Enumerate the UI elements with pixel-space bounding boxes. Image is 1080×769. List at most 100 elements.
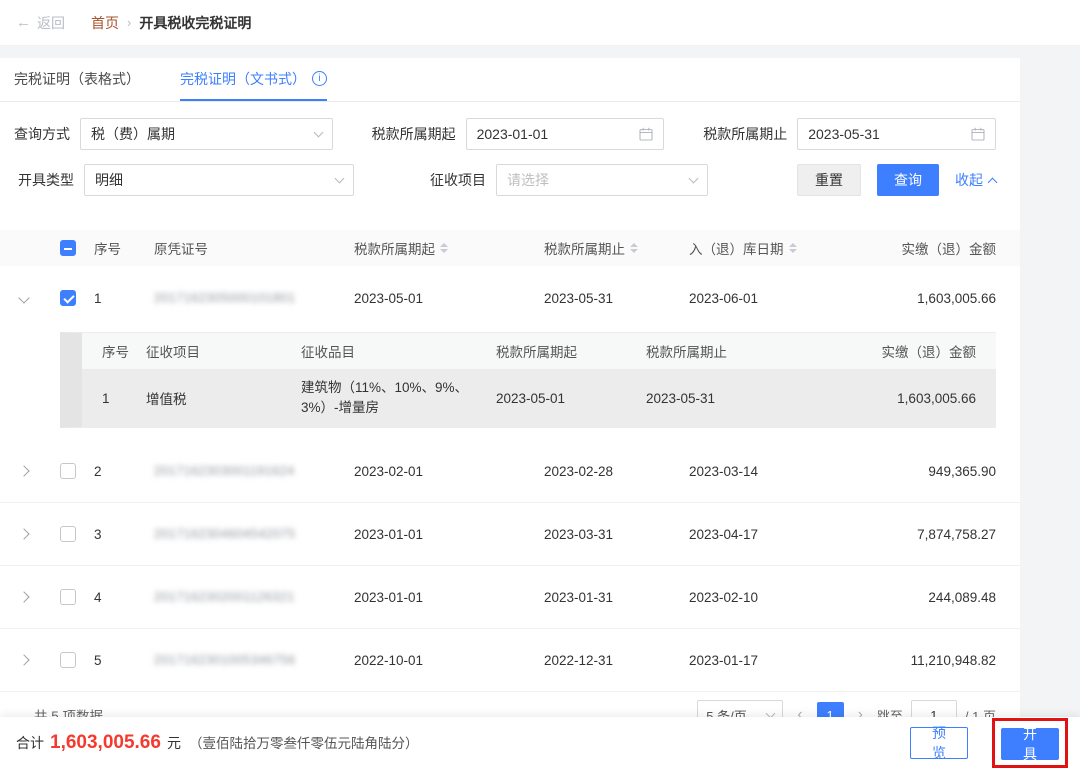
action-bar: 合计 1,603,005.66 元 （壹佰陆拾万零叁仟零伍元陆角陆分） 预览 开…: [0, 717, 1080, 769]
chevron-down-icon: [335, 174, 345, 184]
pagination: 5 条/页 ‹ 1 › 跳至 / 1 页: [697, 700, 996, 717]
cell-index: 1: [94, 291, 154, 306]
subtable-header-row: 序号 征收项目 征收品目 税款所属期起 税款所属期止 实缴（退）金额: [82, 333, 996, 369]
subtable-row: 1 增值税 建筑物（11%、10%、9%、3%）-增量房 2023-05-01 …: [82, 369, 996, 427]
col-label: 税款所属期止: [544, 238, 625, 258]
cell-storage-date: 2023-03-14: [689, 464, 889, 479]
levy-item-label: 征收项目: [390, 170, 486, 190]
table-row: 3 2017162304604542075 2023-01-01 2023-03…: [0, 503, 1020, 566]
subcell-period-start: 2023-05-01: [496, 391, 646, 406]
period-start-label: 税款所属期起: [366, 124, 455, 144]
period-start-date-input[interactable]: 2023-01-01: [466, 118, 665, 150]
chevron-down-icon: [766, 709, 776, 717]
sort-icon[interactable]: [789, 243, 797, 253]
subcol-period-start: 税款所属期起: [496, 341, 646, 361]
row-checkbox[interactable]: [60, 589, 76, 605]
expand-row-icon[interactable]: [18, 465, 29, 476]
preview-button[interactable]: 预览: [910, 727, 968, 759]
levy-item-select[interactable]: 请选择: [496, 164, 708, 196]
tab-certificate-document-format[interactable]: 完税证明（文书式）: [180, 58, 327, 101]
table-row: 1 2017162305000101801 2023-05-01 2023-05…: [0, 266, 1020, 330]
page-number-current[interactable]: 1: [817, 702, 844, 718]
total-label: 合计: [16, 733, 44, 753]
issue-type-select[interactable]: 明细: [84, 164, 354, 196]
jump-label: 跳至: [877, 706, 903, 718]
chevron-down-icon: [313, 128, 323, 138]
reset-button[interactable]: 重置: [797, 164, 861, 196]
cell-storage-date: 2023-04-17: [689, 527, 889, 542]
row-checkbox[interactable]: [60, 652, 76, 668]
page-title: 开具税收完税证明: [139, 13, 251, 33]
breadcrumb: 首页 › 开具税收完税证明: [91, 13, 251, 33]
subcell-index: 1: [86, 391, 146, 406]
cell-period-end: 2023-05-31: [544, 291, 689, 306]
cell-storage-date: 2023-06-01: [689, 291, 889, 306]
subcell-item: 增值税: [146, 388, 301, 408]
expand-row-icon[interactable]: [18, 654, 29, 665]
row-checkbox[interactable]: [60, 290, 76, 306]
sort-icon[interactable]: [440, 243, 448, 253]
cell-amount: 11,210,948.82: [889, 653, 996, 668]
cell-voucher-masked: 2017162302001126321: [154, 590, 354, 604]
select-all-checkbox[interactable]: [60, 240, 76, 256]
query-mode-select[interactable]: 税（费）属期: [80, 118, 333, 150]
page-size-select[interactable]: 5 条/页: [697, 700, 783, 717]
highlight-annotation: 开具: [992, 718, 1068, 768]
cell-period-start: 2022-10-01: [354, 653, 544, 668]
cell-index: 3: [94, 527, 154, 542]
prev-page-button[interactable]: ‹: [797, 707, 802, 717]
table-row: 5 2017162301005346756 2022-10-01 2022-12…: [0, 629, 1020, 692]
total-unit: 元: [167, 733, 181, 753]
filter-panel: 查询方式 税（费）属期 税款所属期起 2023-01-01 税款所属期止 202…: [0, 102, 1020, 220]
table-row: 4 2017162302001126321 2023-01-01 2023-01…: [0, 566, 1020, 629]
subcol-subitem: 征收品目: [301, 341, 496, 361]
jump-page-input[interactable]: [911, 700, 957, 717]
cell-period-start: 2023-01-01: [354, 590, 544, 605]
period-end-label: 税款所属期止: [698, 124, 787, 144]
col-amount: 实缴（退）金额: [889, 238, 996, 258]
filter-buttons: 重置 查询 收起: [797, 164, 996, 196]
collapse-label: 收起: [955, 170, 983, 190]
subcol-index: 序号: [86, 341, 146, 361]
calendar-icon: [639, 127, 653, 141]
cell-voucher-masked: 2017162304604542075: [154, 527, 354, 541]
tab-bar: 完税证明（表格式） 完税证明（文书式）: [0, 58, 1020, 102]
collapse-row-icon[interactable]: [18, 292, 29, 303]
table-row: 2 2017162303001191624 2023-02-01 2023-02…: [0, 440, 1020, 503]
collapse-link[interactable]: 收起: [955, 170, 996, 190]
subcol-amount: 实缴（退）金额: [796, 341, 990, 361]
breadcrumb-home-link[interactable]: 首页: [91, 13, 119, 33]
cell-voucher-masked: 2017162303001191624: [154, 464, 354, 478]
cell-amount: 244,089.48: [889, 590, 996, 605]
main-card: 完税证明（表格式） 完税证明（文书式） 查询方式 税（费）属期 税款所属期起 2…: [0, 58, 1020, 717]
col-period-end: 税款所属期止: [544, 238, 689, 258]
row-checkbox[interactable]: [60, 463, 76, 479]
search-button[interactable]: 查询: [877, 164, 939, 196]
next-page-button[interactable]: ›: [858, 707, 863, 717]
info-icon[interactable]: [312, 71, 327, 86]
issue-button[interactable]: 开具: [1001, 728, 1059, 760]
cell-index: 2: [94, 464, 154, 479]
breadcrumb-bar: 返回 首页 › 开具税收完税证明: [0, 0, 1080, 46]
period-end-date-input[interactable]: 2023-05-31: [797, 118, 996, 150]
total-count: 共 5 项数据: [34, 705, 103, 717]
tab-label: 完税证明（文书式）: [180, 69, 306, 89]
subcell-subitem: 建筑物（11%、10%、9%、3%）-增量房: [301, 370, 496, 425]
col-index: 序号: [94, 238, 154, 258]
issue-type-label: 开具类型: [14, 170, 74, 190]
expand-row-icon[interactable]: [18, 528, 29, 539]
subcell-period-end: 2023-05-31: [646, 391, 796, 406]
expand-row-icon[interactable]: [18, 591, 29, 602]
cell-index: 4: [94, 590, 154, 605]
col-label: 入（退）库日期: [689, 238, 784, 258]
page-size-value: 5 条/页: [706, 706, 746, 718]
period-end-value: 2023-05-31: [808, 126, 880, 142]
cell-storage-date: 2023-02-10: [689, 590, 889, 605]
sort-icon[interactable]: [630, 243, 638, 253]
tab-certificate-table-format[interactable]: 完税证明（表格式）: [14, 58, 140, 101]
row-checkbox[interactable]: [60, 526, 76, 542]
query-mode-label: 查询方式: [14, 124, 70, 144]
back-button[interactable]: 返回: [16, 13, 65, 33]
cell-period-end: 2022-12-31: [544, 653, 689, 668]
chevron-up-icon: [988, 177, 998, 187]
